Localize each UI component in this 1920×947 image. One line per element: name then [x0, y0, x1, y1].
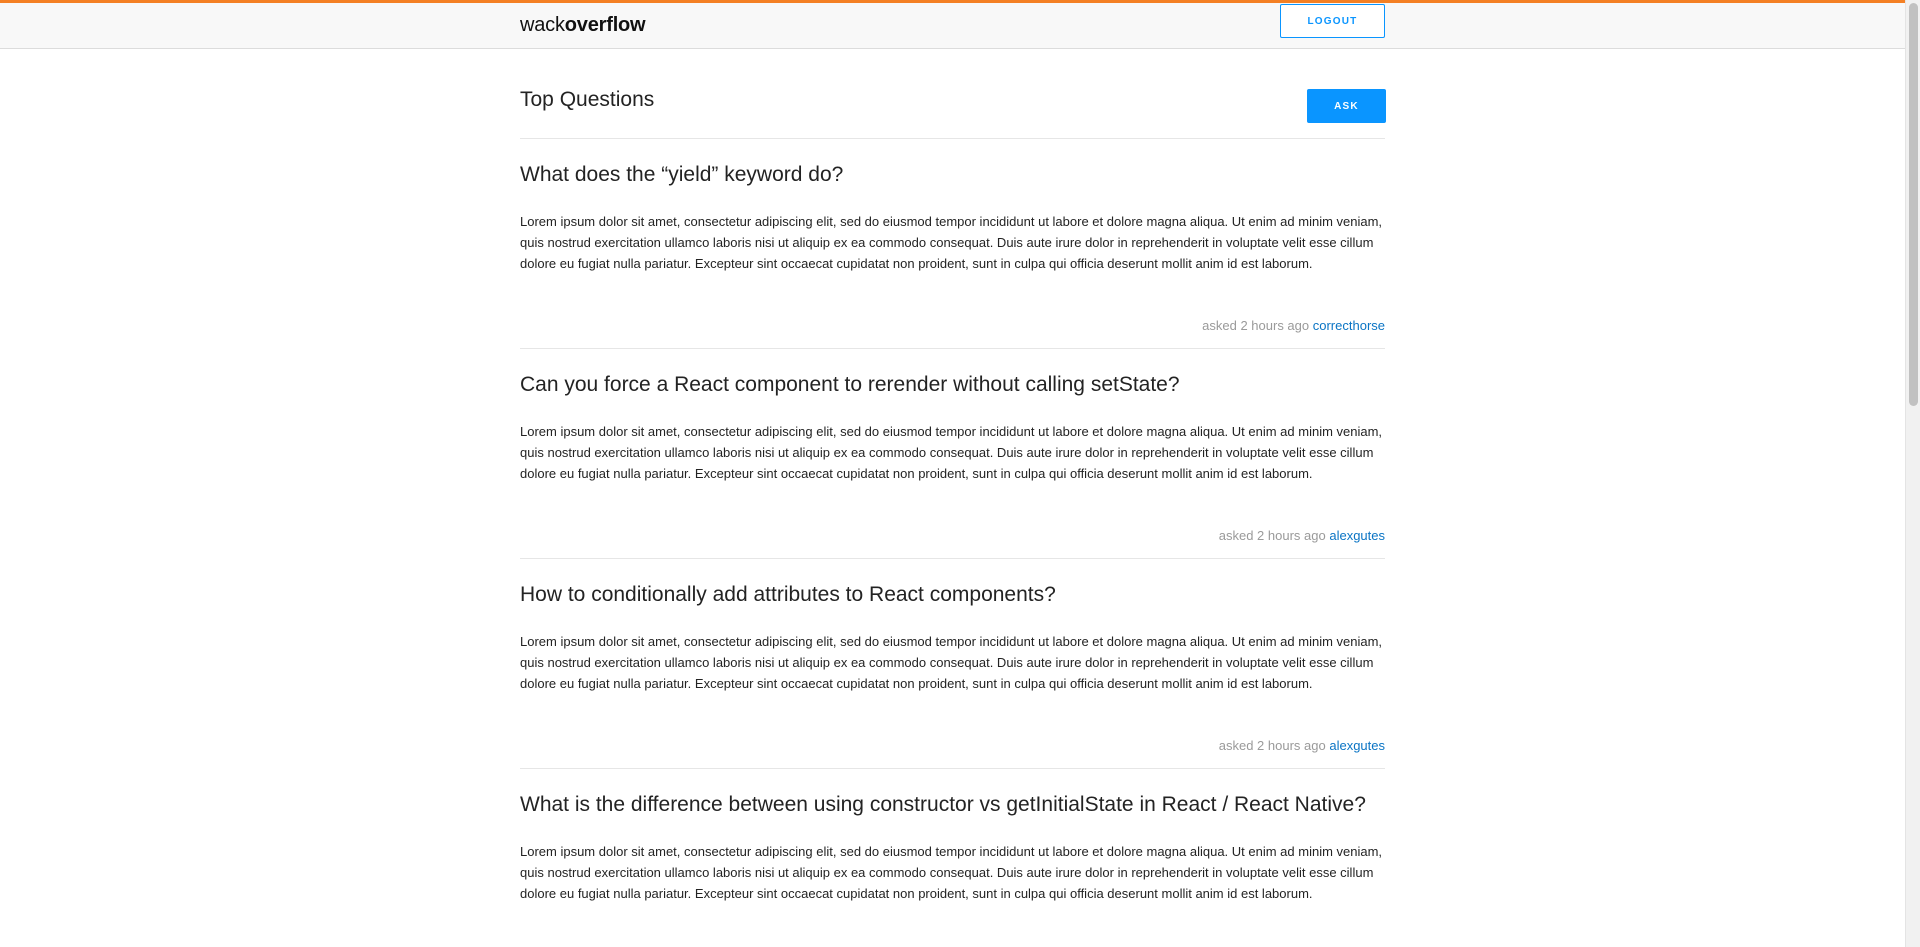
question-item: What is the difference between using con…: [520, 769, 1385, 947]
page-title: Top Questions: [520, 88, 655, 111]
main-content: Top Questions ASK What does the “yield” …: [520, 49, 1386, 947]
question-item: Can you force a React component to reren…: [520, 349, 1385, 559]
page: wackoverflow LOGOUT Top Questions ASK Wh…: [0, 0, 1920, 947]
top-bar: wackoverflow LOGOUT: [0, 0, 1905, 49]
question-meta: asked 2 hours ago alexgutes: [1219, 738, 1385, 753]
question-title[interactable]: Can you force a React component to reren…: [520, 373, 1180, 397]
ask-button[interactable]: ASK: [1307, 89, 1386, 123]
question-title[interactable]: What is the difference between using con…: [520, 793, 1366, 817]
asked-time: asked 2 hours ago: [1202, 318, 1310, 333]
question-list: What does the “yield” keyword do? Lorem …: [520, 139, 1385, 947]
author-link[interactable]: correcthorse: [1313, 318, 1385, 333]
author-link[interactable]: alexgutes: [1329, 738, 1385, 753]
question-item: How to conditionally add attributes to R…: [520, 559, 1385, 769]
logo-light-text: wack: [520, 14, 565, 36]
question-body: Lorem ipsum dolor sit amet, consectetur …: [520, 634, 1383, 691]
asked-time: asked 2 hours ago: [1218, 738, 1326, 753]
vertical-scrollbar[interactable]: [1905, 0, 1920, 947]
asked-time: asked 2 hours ago: [1218, 528, 1326, 543]
scrollbar-thumb[interactable]: [1909, 3, 1918, 406]
question-title[interactable]: What does the “yield” keyword do?: [520, 163, 843, 187]
question-body: Lorem ipsum dolor sit amet, consectetur …: [520, 844, 1383, 901]
logo-bold-text: overflow: [564, 14, 646, 36]
top-bar-inner: wackoverflow LOGOUT: [520, 3, 1385, 49]
author-link[interactable]: alexgutes: [1329, 528, 1385, 543]
question-body: Lorem ipsum dolor sit amet, consectetur …: [520, 214, 1383, 271]
question-body: Lorem ipsum dolor sit amet, consectetur …: [520, 424, 1383, 481]
question-title[interactable]: How to conditionally add attributes to R…: [520, 583, 1056, 607]
question-meta: asked 2 hours ago alexgutes: [1219, 528, 1385, 543]
question-item: What does the “yield” keyword do? Lorem …: [520, 139, 1385, 349]
site-logo[interactable]: wackoverflow: [520, 14, 646, 37]
question-meta: asked 2 hours ago correcthorse: [1202, 318, 1385, 333]
questions-header: Top Questions ASK: [520, 49, 1386, 139]
logout-button[interactable]: LOGOUT: [1280, 4, 1385, 38]
